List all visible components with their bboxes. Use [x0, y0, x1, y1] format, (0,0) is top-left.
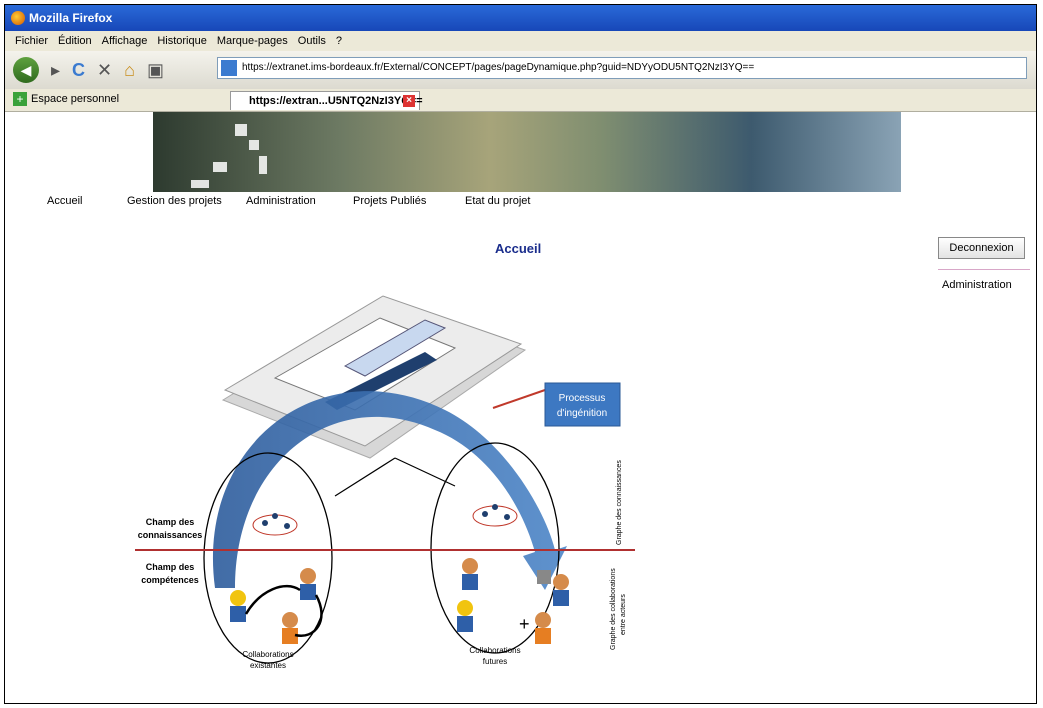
- vertical-label-knowledge: Graphe des connaissances: [616, 460, 623, 545]
- bookmark-espace-personnel[interactable]: + Espace personnel: [13, 92, 119, 106]
- menu-fichier[interactable]: Fichier: [15, 35, 48, 47]
- site-navigation: Accueil Gestion des projets Administrati…: [5, 193, 1036, 213]
- vertical-label-collab-1: Graphe des collaborations: [610, 568, 617, 650]
- site-favicon-icon: [221, 60, 237, 76]
- header-banner-image: [153, 112, 901, 192]
- menu-help[interactable]: ?: [336, 35, 342, 47]
- tab-bar: + Espace personnel https://extran...U5NT…: [5, 89, 1036, 112]
- stop-icon[interactable]: ✕: [97, 60, 112, 81]
- menu-historique[interactable]: Historique: [157, 35, 207, 47]
- close-tab-icon[interactable]: ×: [403, 95, 415, 107]
- menu-bar: Fichier Édition Affichage Historique Mar…: [5, 31, 1036, 51]
- plus-sign: +: [519, 614, 530, 634]
- back-button[interactable]: ◀: [13, 57, 39, 83]
- label-champ-competences-2: compétences: [141, 575, 199, 585]
- menu-affichage[interactable]: Affichage: [102, 35, 148, 47]
- actors-left-icon: [230, 568, 323, 644]
- menu-outils[interactable]: Outils: [298, 35, 326, 47]
- vertical-label-collab-2: entre acteurs: [620, 594, 627, 635]
- bookmark-add-icon[interactable]: ▣: [147, 60, 164, 81]
- reload-icon[interactable]: C: [72, 60, 85, 81]
- title-bar: Mozilla Firefox: [5, 5, 1036, 31]
- url-bar[interactable]: https://extranet.ims-bordeaux.fr/Externa…: [217, 57, 1027, 79]
- process-box-line1: Processus: [559, 393, 606, 404]
- home-icon[interactable]: ⌂: [124, 60, 135, 81]
- firefox-logo-icon: [11, 11, 25, 25]
- label-collab-existantes-1: Collaborations: [242, 650, 293, 659]
- sidebar-divider: [938, 269, 1030, 270]
- plus-icon: +: [13, 92, 27, 106]
- bookmark-label: Espace personnel: [31, 93, 120, 105]
- nav-projets-publies[interactable]: Projets Publiés: [353, 195, 426, 207]
- ingenition-diagram: Processus d'ingénition Champ des connais…: [135, 295, 635, 670]
- page-title: Accueil: [495, 241, 542, 256]
- nav-administration[interactable]: Administration: [246, 195, 316, 207]
- menu-marque-pages[interactable]: Marque-pages: [217, 35, 288, 47]
- process-box: [544, 382, 621, 427]
- nav-etat-projet[interactable]: Etat du projet: [465, 195, 530, 207]
- tab-active[interactable]: https://extran...U5NTQ2NzI3YQ== ×: [230, 91, 423, 110]
- logout-button[interactable]: Deconnexion: [938, 237, 1025, 259]
- sidebar-admin-link[interactable]: Administration: [942, 279, 1012, 291]
- knowledge-graph-right-icon: [472, 504, 518, 527]
- label-collab-existantes-2: existantes: [250, 661, 286, 670]
- menu-edition[interactable]: Édition: [58, 35, 92, 47]
- window-title: Mozilla Firefox: [29, 11, 113, 25]
- navigation-toolbar: ◀ ▸ C ✕ ⌂ ▣ https://extranet.ims-bordeau…: [5, 51, 1036, 89]
- url-text: https://extranet.ims-bordeaux.fr/Externa…: [242, 62, 755, 73]
- label-champ-connaissances-2: connaissances: [138, 530, 203, 540]
- nav-accueil[interactable]: Accueil: [47, 195, 82, 207]
- tab-title: https://extran...U5NTQ2NzI3YQ==: [249, 95, 423, 107]
- label-collab-futures-2: futures: [483, 657, 507, 666]
- knowledge-graph-left-icon: [252, 513, 298, 536]
- nav-gestion-projets[interactable]: Gestion des projets: [127, 195, 222, 207]
- forward-icon[interactable]: ▸: [51, 60, 60, 81]
- label-collab-futures-1: Collaborations: [469, 646, 520, 655]
- label-champ-connaissances-1: Champ des: [146, 517, 195, 527]
- browser-window: Mozilla Firefox Fichier Édition Affichag…: [4, 4, 1037, 704]
- label-champ-competences-1: Champ des: [146, 562, 195, 572]
- process-box-line2: d'ingénition: [557, 408, 607, 419]
